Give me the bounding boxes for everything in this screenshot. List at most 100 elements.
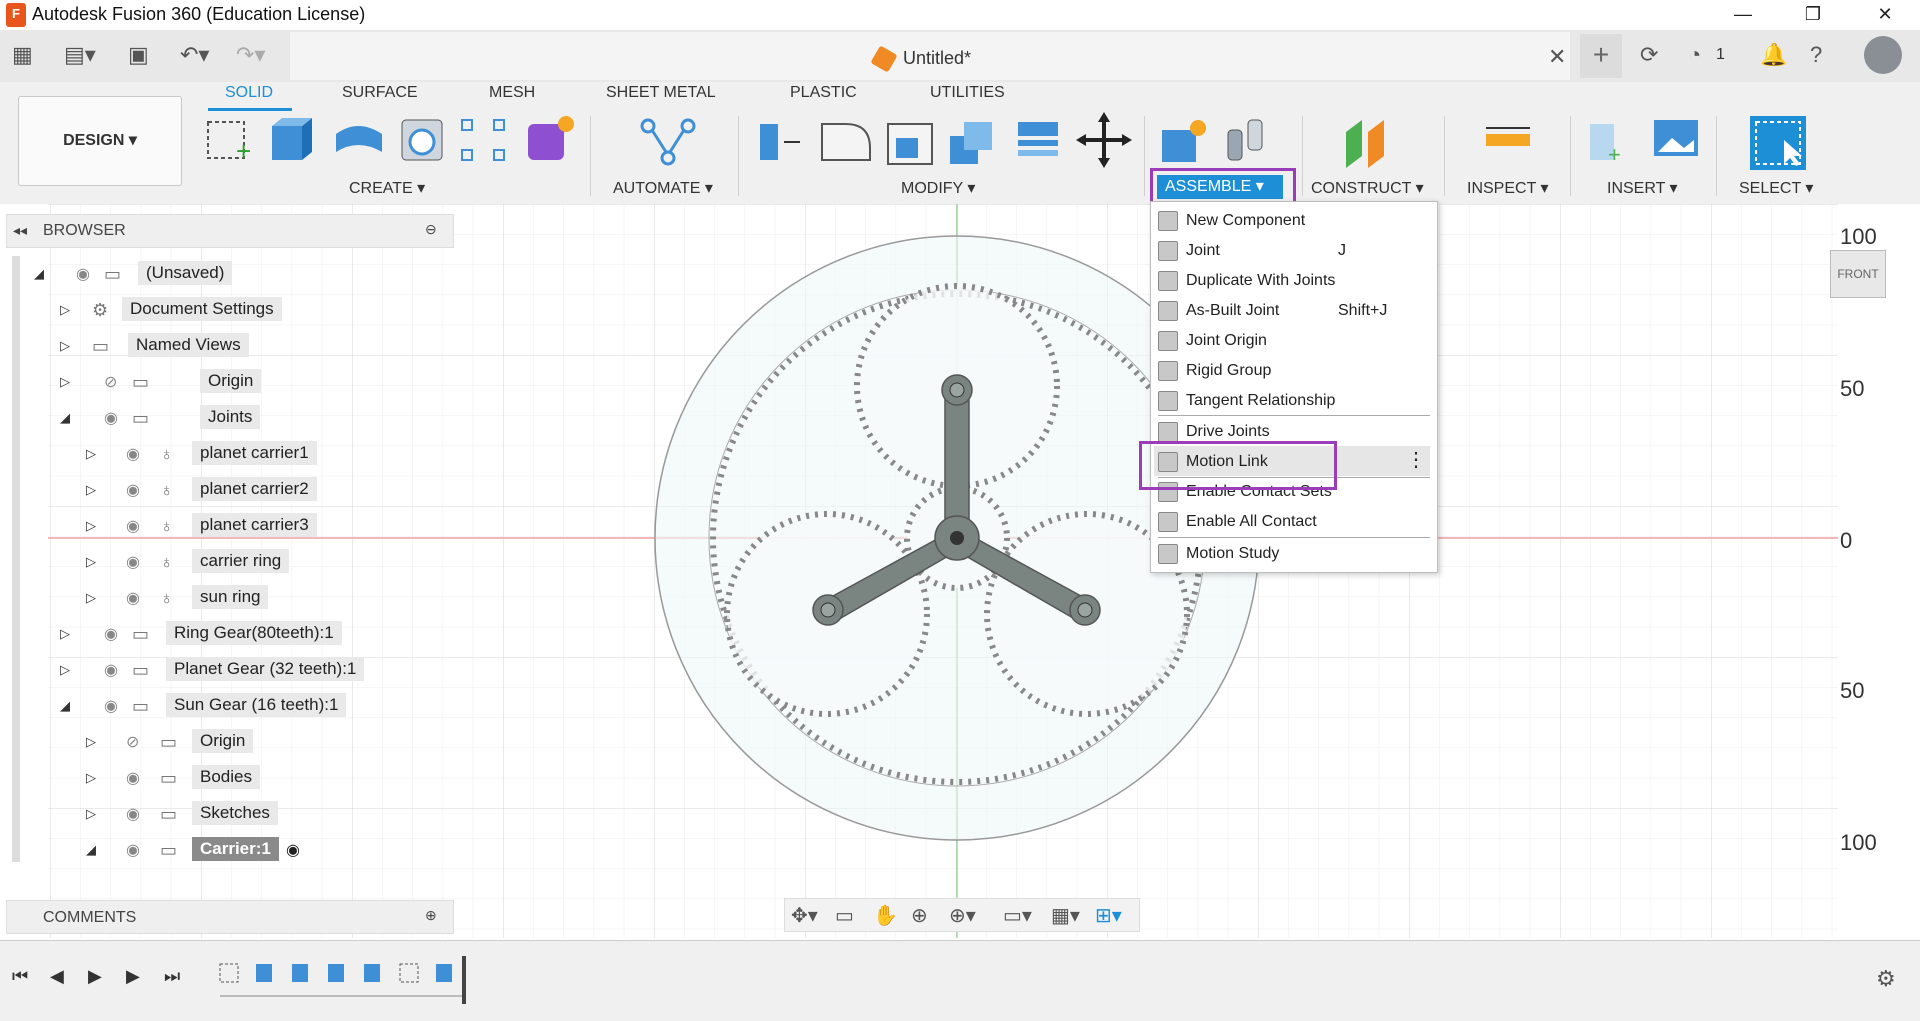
visibility-eye-icon[interactable]: ◉ bbox=[76, 264, 90, 284]
visibility-eye-icon[interactable]: ◉ bbox=[126, 480, 140, 500]
close-window-button[interactable]: ✕ bbox=[1856, 0, 1914, 30]
visibility-eye-icon[interactable]: ◉ bbox=[126, 588, 140, 608]
tree-item-joint[interactable]: ▷ ◉ ♁ carrier ring bbox=[0, 548, 460, 578]
add-comment-icon[interactable]: ⊕ bbox=[425, 907, 437, 924]
expand-arrow-icon[interactable]: ▷ bbox=[60, 662, 70, 678]
tree-item-component[interactable]: ▷ ◉ ▭ Planet Gear (32 teeth):1 bbox=[0, 656, 460, 686]
menu-item-tangent-relationship[interactable]: Tangent Relationship bbox=[1158, 387, 1428, 415]
user-avatar[interactable] bbox=[1864, 36, 1902, 74]
expand-arrow-icon[interactable]: ▷ bbox=[86, 590, 96, 606]
tab-surface[interactable]: SURFACE bbox=[342, 84, 418, 102]
minimize-button[interactable]: — bbox=[1714, 0, 1772, 30]
fit-zoom-icon[interactable]: ⊕▾ bbox=[949, 903, 976, 928]
tab-utilities[interactable]: UTILITIES bbox=[930, 84, 1005, 102]
expand-arrow-icon[interactable]: ▷ bbox=[86, 770, 96, 786]
construct-group-button[interactable]: CONSTRUCT ▾ bbox=[1311, 178, 1424, 198]
orbit-icon[interactable]: ✥▾ bbox=[791, 903, 818, 928]
tree-item-bodies[interactable]: ▷ ◉ ▭ Bodies bbox=[0, 764, 460, 794]
tree-item-origin[interactable]: ▷ ⊘ ▭ Origin bbox=[0, 368, 460, 398]
menu-item-as-built-joint[interactable]: As-Built Joint Shift+J bbox=[1158, 297, 1428, 325]
automate-group-button[interactable]: AUTOMATE ▾ bbox=[613, 178, 713, 198]
timeline-settings-gear-icon[interactable]: ⚙ bbox=[1876, 966, 1896, 992]
expand-arrow-icon[interactable]: ▷ bbox=[60, 338, 70, 354]
viewcube[interactable]: FRONT bbox=[1830, 250, 1886, 298]
expand-arrow-icon[interactable]: ▷ bbox=[86, 806, 96, 822]
close-tab-icon[interactable]: ✕ bbox=[1548, 44, 1566, 70]
menu-item-joint-origin[interactable]: Joint Origin bbox=[1158, 327, 1428, 355]
menu-item-enable-all-contact[interactable]: Enable All Contact bbox=[1158, 508, 1428, 536]
tab-solid[interactable]: SOLID bbox=[225, 84, 273, 102]
menu-item-rigid-group[interactable]: Rigid Group bbox=[1158, 357, 1428, 385]
new-tab-button[interactable]: + bbox=[1580, 34, 1622, 78]
expand-arrow-icon[interactable]: ▷ bbox=[60, 626, 70, 642]
play-icon[interactable]: ▶ bbox=[88, 966, 102, 987]
file-menu-icon[interactable]: ▤▾ bbox=[64, 42, 96, 68]
save-icon[interactable]: ▣ bbox=[128, 42, 149, 68]
grid-settings-icon[interactable]: ▦▾ bbox=[1051, 903, 1080, 928]
tree-item-component[interactable]: ▷ ◉ ▭ Ring Gear(80teeth):1 bbox=[0, 620, 460, 650]
expand-arrow-icon[interactable]: ◢ bbox=[60, 698, 70, 714]
expand-arrow-icon[interactable]: ▷ bbox=[86, 482, 96, 498]
menu-item-duplicate-with-joints[interactable]: Duplicate With Joints bbox=[1158, 267, 1428, 295]
more-options-icon[interactable]: ⋮ bbox=[1406, 447, 1426, 472]
visibility-eye-icon[interactable]: ◉ bbox=[104, 696, 118, 716]
tree-item-joint[interactable]: ▷ ◉ ♁ sun ring bbox=[0, 584, 460, 614]
expand-arrow-icon[interactable]: ◢ bbox=[60, 410, 70, 426]
job-status-icon[interactable]: ◔ bbox=[1688, 42, 1701, 68]
restore-button[interactable]: ❐ bbox=[1784, 0, 1842, 30]
help-icon[interactable]: ? bbox=[1810, 42, 1822, 68]
visibility-eye-icon[interactable]: ◉ bbox=[104, 660, 118, 680]
undo-icon[interactable]: ↶▾ bbox=[180, 42, 209, 68]
expand-arrow-icon[interactable]: ▷ bbox=[60, 302, 70, 318]
visibility-eye-icon[interactable]: ◉ bbox=[126, 768, 140, 788]
assemble-group-button[interactable]: ASSEMBLE ▾ bbox=[1157, 175, 1283, 199]
menu-item-motion-study[interactable]: Motion Study bbox=[1158, 540, 1428, 568]
expand-arrow-icon[interactable]: ▷ bbox=[86, 554, 96, 570]
tree-item-joints[interactable]: ◢ ◉ ▭ Joints bbox=[0, 404, 460, 434]
tab-sheet-metal[interactable]: SHEET METAL bbox=[606, 84, 716, 102]
redo-icon[interactable]: ↷▾ bbox=[236, 42, 265, 68]
create-group-button[interactable]: CREATE ▾ bbox=[349, 178, 425, 198]
insert-group-button[interactable]: INSERT ▾ bbox=[1607, 178, 1678, 198]
display-settings-icon[interactable]: ▭▾ bbox=[1003, 903, 1032, 928]
go-to-end-icon[interactable]: ⏭ bbox=[164, 966, 180, 987]
tab-mesh[interactable]: MESH bbox=[489, 84, 535, 102]
tree-item-named-views[interactable]: ▷ ▭ Named Views bbox=[0, 332, 460, 362]
visibility-eye-icon[interactable]: ◉ bbox=[104, 408, 118, 428]
tree-item-carrier[interactable]: ◢ ◉ ▭ Carrier:1 ◉ bbox=[0, 836, 460, 866]
step-back-icon[interactable]: ◀ bbox=[50, 966, 64, 987]
tree-root-unsaved[interactable]: ◢ ◉ ▭ (Unsaved) bbox=[0, 260, 460, 290]
collapse-panel-icon[interactable]: ◂◂ bbox=[13, 222, 27, 239]
select-group-button[interactable]: SELECT ▾ bbox=[1739, 178, 1813, 198]
visibility-hidden-icon[interactable]: ⊘ bbox=[126, 732, 139, 752]
tree-item-sketches[interactable]: ▷ ◉ ▭ Sketches bbox=[0, 800, 460, 830]
visibility-eye-icon[interactable]: ◉ bbox=[126, 516, 140, 536]
tree-item-origin[interactable]: ▷ ⊘ ▭ Origin bbox=[0, 728, 460, 758]
minimize-browser-icon[interactable]: ⊖ bbox=[425, 221, 437, 238]
tree-item-component[interactable]: ◢ ◉ ▭ Sun Gear (16 teeth):1 bbox=[0, 692, 460, 722]
modify-group-button[interactable]: MODIFY ▾ bbox=[901, 178, 975, 198]
pan-hand-icon[interactable]: ✋ bbox=[873, 903, 898, 928]
visibility-eye-icon[interactable]: ◉ bbox=[104, 624, 118, 644]
tab-plastic[interactable]: PLASTIC bbox=[790, 84, 857, 102]
expand-arrow-icon[interactable]: ◢ bbox=[86, 842, 96, 858]
tree-item-joint[interactable]: ▷ ◉ ♁ planet carrier3 bbox=[0, 512, 460, 542]
expand-arrow-icon[interactable]: ▷ bbox=[60, 374, 70, 390]
timeline-features[interactable] bbox=[210, 956, 470, 1006]
look-at-icon[interactable]: ▭ bbox=[835, 903, 854, 928]
tree-item-document-settings[interactable]: ▷ ⚙ Document Settings bbox=[0, 296, 460, 326]
menu-item-new-component[interactable]: New Component bbox=[1158, 207, 1428, 235]
step-forward-icon[interactable]: ▶ bbox=[126, 966, 140, 987]
visibility-hidden-icon[interactable]: ⊘ bbox=[104, 372, 117, 392]
expand-arrow-icon[interactable]: ▷ bbox=[86, 518, 96, 534]
extensions-icon[interactable]: ⟳ bbox=[1640, 42, 1658, 68]
visibility-eye-icon[interactable]: ◉ bbox=[126, 552, 140, 572]
inspect-group-button[interactable]: INSPECT ▾ bbox=[1467, 178, 1549, 198]
tree-item-joint[interactable]: ▷ ◉ ♁ planet carrier2 bbox=[0, 476, 460, 506]
tree-item-joint[interactable]: ▷ ◉ ♁ planet carrier1 bbox=[0, 440, 460, 470]
zoom-icon[interactable]: ⊕ bbox=[911, 903, 928, 928]
visibility-eye-icon[interactable]: ◉ bbox=[126, 444, 140, 464]
data-panel-grid-icon[interactable]: ▦ bbox=[12, 42, 33, 68]
notifications-bell-icon[interactable]: 🔔 bbox=[1760, 42, 1787, 68]
timeline-marker[interactable] bbox=[462, 956, 466, 1004]
